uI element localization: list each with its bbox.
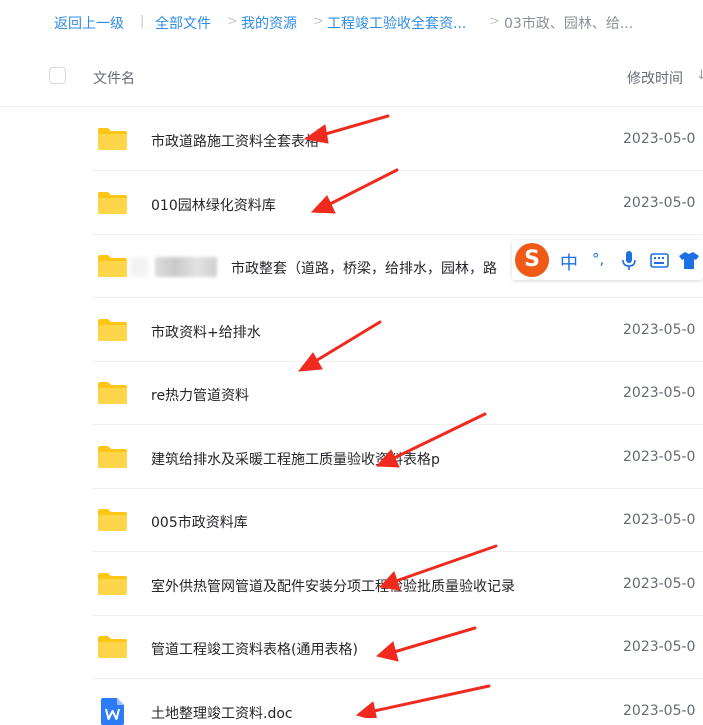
breadcrumb-divider: | — [140, 14, 145, 29]
chevron-right-icon: > — [313, 14, 324, 29]
select-all-checkbox[interactable] — [49, 67, 66, 84]
folder-icon — [98, 128, 127, 150]
file-name[interactable]: 市政整套（道路，桥梁，给排水，园林，路 — [231, 258, 497, 278]
file-modified-date: 2023-05-0 — [623, 131, 696, 147]
file-name[interactable]: 室外供热管网管道及配件安装分项工程检验批质量验收记录 — [151, 576, 515, 596]
ime-punctuation-toggle[interactable]: °, — [592, 250, 604, 268]
file-row[interactable]: 管道工程竣工资料表格(通用表格) 2023-05-0 — [0, 616, 703, 679]
file-modified-date: 2023-05-0 — [623, 576, 696, 592]
file-modified-date: 2023-05-0 — [623, 449, 696, 465]
folder-icon — [98, 382, 127, 404]
folder-icon — [98, 636, 127, 658]
file-row[interactable]: 005市政资料库 2023-05-0 — [0, 489, 703, 552]
row-divider — [92, 424, 703, 425]
file-modified-date: 2023-05-0 — [623, 639, 696, 655]
row-divider — [92, 170, 703, 171]
chevron-right-icon: > — [227, 14, 238, 29]
folder-icon — [98, 573, 127, 595]
ime-toolbar: S 中 °, — [512, 240, 703, 280]
blurred-region — [155, 257, 217, 277]
file-row[interactable]: 市政资料+给排水 2023-05-0 — [0, 299, 703, 362]
skin-icon[interactable] — [679, 252, 699, 269]
file-row[interactable]: 室外供热管网管道及配件安装分项工程检验批质量验收记录 2023-05-0 — [0, 553, 703, 616]
blurred-region — [130, 257, 148, 277]
file-name[interactable]: 市政道路施工资料全套表格 — [151, 131, 319, 151]
folder-icon — [98, 509, 127, 531]
file-name[interactable]: re热力管道资料 — [151, 385, 249, 405]
chevron-right-icon: > — [489, 14, 500, 29]
file-modified-date: 2023-05-0 — [623, 512, 696, 528]
file-name[interactable]: 010园林绿化资料库 — [151, 195, 276, 215]
file-modified-date: 2023-05-0 — [623, 703, 696, 719]
row-divider — [92, 297, 703, 298]
file-row[interactable]: 市政道路施工资料全套表格 2023-05-0 — [0, 108, 703, 171]
file-modified-date: 2023-05-0 — [623, 322, 696, 338]
word-document-icon — [101, 698, 124, 725]
breadcrumb: 返回上一级 | 全部文件 > 我的资源 > 工程竣工验收全套资... > 03市… — [0, 0, 703, 46]
folder-icon — [98, 446, 127, 468]
file-name[interactable]: 管道工程竣工资料表格(通用表格) — [151, 639, 358, 659]
mic-icon[interactable] — [622, 251, 636, 271]
file-name[interactable]: 土地整理竣工资料.doc — [151, 703, 293, 723]
folder-icon — [98, 319, 127, 341]
column-header-modified[interactable]: 修改时间 — [627, 68, 683, 88]
breadcrumb-item-my-resources[interactable]: 我的资源 — [241, 13, 297, 33]
sort-arrow-icon[interactable]: ↓ — [696, 68, 703, 83]
back-link[interactable]: 返回上一级 — [54, 13, 124, 33]
file-row[interactable]: re热力管道资料 2023-05-0 — [0, 362, 703, 425]
file-modified-date: 2023-05-0 — [623, 195, 696, 211]
breadcrumb-item-all-files[interactable]: 全部文件 — [155, 13, 211, 33]
file-modified-date: 2023-05-0 — [623, 385, 696, 401]
file-row[interactable]: 010园林绿化资料库 2023-05-0 — [0, 172, 703, 235]
breadcrumb-item-project-docs[interactable]: 工程竣工验收全套资... — [327, 13, 466, 33]
breadcrumb-item-current: 03市政、园林、给... — [504, 16, 634, 32]
file-name[interactable]: 005市政资料库 — [151, 512, 248, 532]
file-row[interactable]: 建筑给排水及采暖工程施工质量验收资料表格p 2023-05-0 — [0, 426, 703, 489]
column-header-name[interactable]: 文件名 — [93, 68, 135, 88]
folder-icon — [98, 255, 127, 277]
keyboard-icon[interactable] — [650, 253, 669, 268]
folder-icon — [98, 192, 127, 214]
file-name[interactable]: 建筑给排水及采暖工程施工质量验收资料表格p — [151, 449, 440, 469]
sogou-logo-icon[interactable]: S — [515, 243, 549, 277]
ime-mode-toggle[interactable]: 中 — [560, 249, 578, 275]
row-divider — [92, 551, 703, 552]
file-row[interactable]: 土地整理竣工资料.doc 2023-05-0 — [0, 680, 703, 725]
file-name[interactable]: 市政资料+给排水 — [151, 322, 261, 342]
row-divider — [92, 678, 703, 679]
